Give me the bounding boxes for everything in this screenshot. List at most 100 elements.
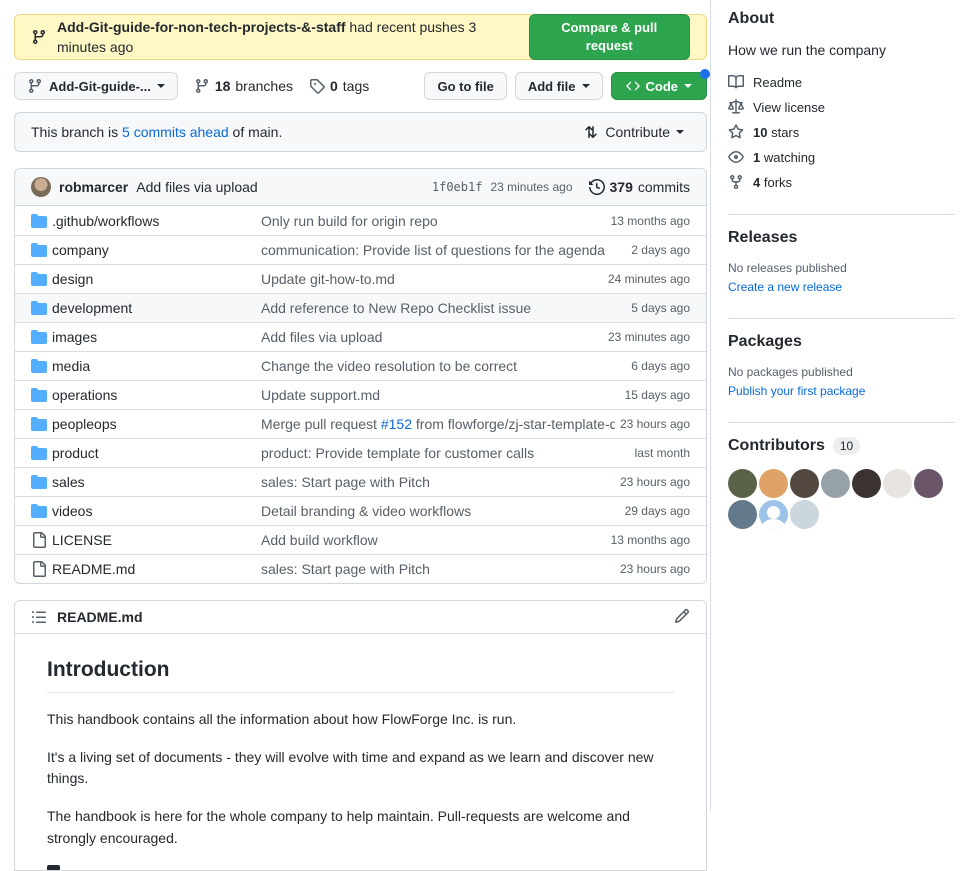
file-row[interactable]: videos Detail branding & video workflows… bbox=[15, 496, 706, 525]
file-row[interactable]: sales sales: Start page with Pitch 23 ho… bbox=[15, 467, 706, 496]
add-file-button[interactable]: Add file bbox=[515, 72, 603, 100]
file-row[interactable]: media Change the video resolution to be … bbox=[15, 351, 706, 380]
contributor-avatar[interactable] bbox=[790, 500, 819, 529]
commits-ahead-link[interactable]: 5 commits ahead bbox=[122, 124, 229, 140]
git-branch-icon bbox=[27, 78, 43, 94]
list-icon[interactable] bbox=[31, 609, 47, 625]
commit-history-link[interactable]: 379 commits bbox=[589, 179, 690, 195]
file-commit-age[interactable]: 2 days ago bbox=[631, 243, 690, 257]
edit-readme-button[interactable] bbox=[674, 608, 690, 627]
file-row[interactable]: company communication: Provide list of q… bbox=[15, 235, 706, 264]
file-row[interactable]: product product: Provide template for cu… bbox=[15, 438, 706, 467]
tags-link[interactable]: 0 tags bbox=[309, 78, 369, 94]
file-commit-age[interactable]: 24 minutes ago bbox=[608, 272, 690, 286]
file-commit-message[interactable]: Add reference to New Repo Checklist issu… bbox=[261, 300, 626, 316]
branch-status-bar: This branch is 5 commits ahead of main. … bbox=[14, 112, 707, 152]
commit-message-text: Add reference to New Repo Checklist issu… bbox=[261, 300, 531, 316]
latest-commit-bar: robmarcer Add files via upload 1f0eb1f 2… bbox=[15, 169, 706, 206]
file-name-link[interactable]: README.md bbox=[52, 561, 256, 577]
releases-empty-text: No releases published bbox=[728, 261, 955, 275]
file-commit-age[interactable]: 23 hours ago bbox=[620, 417, 690, 431]
commit-author[interactable]: robmarcer bbox=[59, 179, 128, 195]
about-list-item[interactable]: View license bbox=[728, 99, 955, 115]
file-commit-message[interactable]: Only run build for origin repo bbox=[261, 213, 606, 229]
file-commit-age[interactable]: 15 days ago bbox=[625, 388, 690, 402]
contributor-avatar[interactable] bbox=[759, 469, 788, 498]
commit-author-avatar[interactable] bbox=[31, 177, 51, 197]
file-row[interactable]: peopleops Merge pull request #152 from f… bbox=[15, 409, 706, 438]
file-name-link[interactable]: videos bbox=[52, 503, 256, 519]
file-name-link[interactable]: sales bbox=[52, 474, 256, 490]
file-name-link[interactable]: peopleops bbox=[52, 416, 256, 432]
clipped-next-heading bbox=[47, 865, 60, 870]
contributor-avatar[interactable] bbox=[914, 469, 943, 498]
about-list-item[interactable]: 1 watching bbox=[728, 149, 955, 165]
file-name-link[interactable]: .github/workflows bbox=[52, 213, 256, 229]
file-commit-message[interactable]: Add build workflow bbox=[261, 532, 606, 548]
file-row[interactable]: .github/workflows Only run build for ori… bbox=[15, 206, 706, 235]
file-commit-message[interactable]: communication: Provide list of questions… bbox=[261, 242, 626, 258]
file-commit-message[interactable]: Add files via upload bbox=[261, 329, 603, 345]
file-commit-age[interactable]: last month bbox=[635, 446, 690, 460]
issue-link[interactable]: #152 bbox=[381, 416, 412, 432]
about-list-item[interactable]: 4 forks bbox=[728, 174, 955, 190]
file-name-link[interactable]: images bbox=[52, 329, 256, 345]
file-commit-age[interactable]: 13 months ago bbox=[611, 214, 690, 228]
contributor-avatar[interactable] bbox=[728, 500, 757, 529]
file-name-link[interactable]: media bbox=[52, 358, 256, 374]
file-commit-age[interactable]: 5 days ago bbox=[631, 301, 690, 315]
contributor-avatar[interactable] bbox=[728, 469, 757, 498]
branch-selector-button[interactable]: Add-Git-guide-... bbox=[14, 72, 178, 100]
publish-package-link[interactable]: Publish your first package bbox=[728, 384, 865, 398]
chevron-down-icon bbox=[684, 84, 692, 88]
file-name-link[interactable]: company bbox=[52, 242, 256, 258]
go-to-file-button[interactable]: Go to file bbox=[424, 72, 506, 100]
file-commit-message[interactable]: Change the video resolution to be correc… bbox=[261, 358, 626, 374]
file-name-link[interactable]: operations bbox=[52, 387, 256, 403]
file-commit-message[interactable]: product: Provide template for customer c… bbox=[261, 445, 630, 461]
file-commit-age[interactable]: 23 minutes ago bbox=[608, 330, 690, 344]
file-row[interactable]: development Add reference to New Repo Ch… bbox=[15, 293, 706, 322]
commit-message[interactable]: Add files via upload bbox=[136, 179, 257, 195]
contributor-avatar[interactable] bbox=[852, 469, 881, 498]
commit-hash[interactable]: 1f0eb1f bbox=[432, 180, 483, 194]
chevron-down-icon bbox=[582, 84, 590, 88]
file-name-link[interactable]: product bbox=[52, 445, 256, 461]
releases-title: Releases bbox=[728, 229, 955, 247]
file-name-link[interactable]: LICENSE bbox=[52, 532, 256, 548]
branches-link[interactable]: 18 branches bbox=[194, 78, 293, 94]
contribute-button[interactable]: Contribute bbox=[577, 123, 690, 141]
about-item-text: Readme bbox=[753, 75, 802, 90]
contributor-avatar[interactable] bbox=[790, 469, 819, 498]
commits-count: 379 bbox=[610, 179, 633, 195]
file-commit-message[interactable]: sales: Start page with Pitch bbox=[261, 561, 615, 577]
file-name-link[interactable]: design bbox=[52, 271, 256, 287]
fork-icon bbox=[728, 174, 744, 190]
file-commit-message[interactable]: Merge pull request #152 from flowforge/z… bbox=[261, 416, 615, 432]
file-commit-age[interactable]: 6 days ago bbox=[631, 359, 690, 373]
file-commit-age[interactable]: 13 months ago bbox=[611, 533, 690, 547]
about-list-item[interactable]: 10 stars bbox=[728, 124, 955, 140]
create-release-link[interactable]: Create a new release bbox=[728, 280, 842, 294]
code-button[interactable]: Code bbox=[611, 72, 708, 100]
file-name-link[interactable]: development bbox=[52, 300, 256, 316]
file-commit-age[interactable]: 23 hours ago bbox=[620, 562, 690, 576]
about-list-item[interactable]: Readme bbox=[728, 74, 955, 90]
file-commit-message[interactable]: sales: Start page with Pitch bbox=[261, 474, 615, 490]
file-row[interactable]: operations Update support.md 15 days ago bbox=[15, 380, 706, 409]
compare-pull-request-button[interactable]: Compare & pull request bbox=[529, 14, 691, 60]
file-row[interactable]: LICENSE Add build workflow 13 months ago bbox=[15, 525, 706, 554]
contributor-avatar[interactable] bbox=[821, 469, 850, 498]
file-row[interactable]: images Add files via upload 23 minutes a… bbox=[15, 322, 706, 351]
file-commit-age[interactable]: 23 hours ago bbox=[620, 475, 690, 489]
file-row[interactable]: design Update git-how-to.md 24 minutes a… bbox=[15, 264, 706, 293]
file-row[interactable]: README.md sales: Start page with Pitch 2… bbox=[15, 554, 706, 583]
book-icon bbox=[728, 74, 744, 90]
file-commit-message[interactable]: Update support.md bbox=[261, 387, 620, 403]
file-commit-message[interactable]: Detail branding & video workflows bbox=[261, 503, 620, 519]
file-commit-age[interactable]: 29 days ago bbox=[625, 504, 690, 518]
file-commit-message[interactable]: Update git-how-to.md bbox=[261, 271, 603, 287]
contributor-avatar[interactable] bbox=[759, 500, 788, 529]
folder-icon bbox=[31, 213, 47, 229]
contributor-avatar[interactable] bbox=[883, 469, 912, 498]
